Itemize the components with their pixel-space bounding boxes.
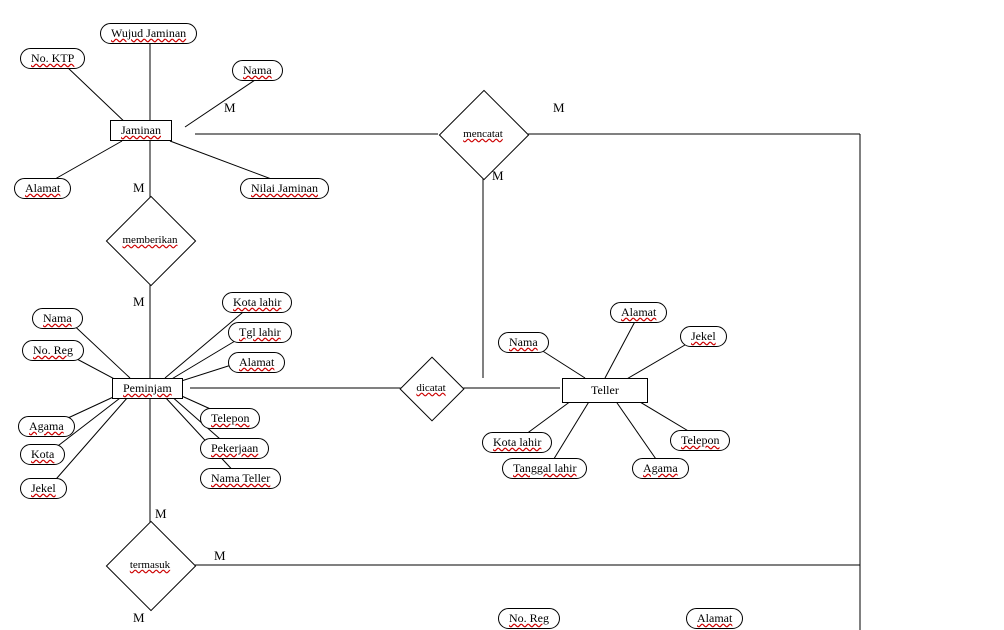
- attr-jaminan-wujud: Wujud Jaminan: [100, 23, 197, 44]
- attr-peminjam-noreg-label: No. Reg: [33, 343, 73, 358]
- entity-jaminan: Jaminan: [110, 120, 172, 141]
- attr-jaminan-noktp: No. KTP: [20, 48, 85, 69]
- attr-teller-agama: Agama: [632, 458, 689, 479]
- rel-mencatat: mencatat: [438, 112, 528, 156]
- rel-termasuk: termasuk: [105, 543, 195, 587]
- attr-teller-nama-label: Nama: [509, 335, 538, 350]
- attr-peminjam-kota-label: Kota: [31, 447, 54, 462]
- entity-jaminan-label: Jaminan: [121, 123, 161, 138]
- attr-peminjam-telepon: Telepon: [200, 408, 260, 429]
- attr-peminjam-agama: Agama: [18, 416, 75, 437]
- attr-teller-telepon-label: Telepon: [681, 433, 719, 448]
- attr-teller-tgllahir: Tanggal lahir: [502, 458, 587, 479]
- card-jaminan-memberikan: M: [133, 180, 145, 196]
- attr-teller-jekel-label: Jekel: [691, 329, 716, 344]
- entity-teller: Teller: [562, 378, 648, 403]
- attr-peminjam-jekel: Jekel: [20, 478, 67, 499]
- rel-dicatat: dicatat: [386, 366, 476, 410]
- attr-peminjam-alamat: Alamat: [228, 352, 285, 373]
- attr-teller-jekel: Jekel: [680, 326, 727, 347]
- attr-bottom-noreg-label: No. Reg: [509, 611, 549, 626]
- attr-bottom-noreg: No. Reg: [498, 608, 560, 629]
- attr-jaminan-nama: Nama: [232, 60, 283, 81]
- attr-peminjam-namateller: Nama Teller: [200, 468, 281, 489]
- attr-jaminan-alamat: Alamat: [14, 178, 71, 199]
- attr-teller-alamat-label: Alamat: [621, 305, 656, 320]
- attr-peminjam-nama: Nama: [32, 308, 83, 329]
- attr-jaminan-nilai: Nilai Jaminan: [240, 178, 329, 199]
- attr-teller-nama: Nama: [498, 332, 549, 353]
- attr-teller-telepon: Telepon: [670, 430, 730, 451]
- card-termasuk-right: M: [214, 548, 226, 564]
- attr-jaminan-nama-label: Nama: [243, 63, 272, 78]
- attr-peminjam-pekerjaan-label: Pekerjaan: [211, 441, 258, 456]
- card-termasuk-down: M: [133, 610, 145, 626]
- attr-bottom-alamat-label: Alamat: [697, 611, 732, 626]
- attr-peminjam-pekerjaan: Pekerjaan: [200, 438, 269, 459]
- attr-peminjam-tgllahir-label: Tgl lahir: [239, 325, 281, 340]
- attr-peminjam-telepon-label: Telepon: [211, 411, 249, 426]
- attr-jaminan-noktp-label: No. KTP: [31, 51, 74, 66]
- entity-teller-label: Teller: [591, 383, 619, 398]
- rel-termasuk-label: termasuk: [130, 559, 170, 571]
- attr-teller-alamat: Alamat: [610, 302, 667, 323]
- attr-peminjam-noreg: No. Reg: [22, 340, 84, 361]
- attr-peminjam-namateller-label: Nama Teller: [211, 471, 270, 486]
- attr-peminjam-kotalahir: Kota lahir: [222, 292, 292, 313]
- attr-peminjam-agama-label: Agama: [29, 419, 64, 434]
- entity-peminjam-label: Peminjam: [123, 381, 172, 396]
- card-memberikan-peminjam: M: [133, 294, 145, 310]
- attr-teller-tgllahir-label: Tanggal lahir: [513, 461, 576, 476]
- attr-teller-kotalahir: Kota lahir: [482, 432, 552, 453]
- attr-peminjam-tgllahir: Tgl lahir: [228, 322, 292, 343]
- card-peminjam-termasuk: M: [155, 506, 167, 522]
- attr-teller-agama-label: Agama: [643, 461, 678, 476]
- attr-peminjam-jekel-label: Jekel: [31, 481, 56, 496]
- attr-jaminan-alamat-label: Alamat: [25, 181, 60, 196]
- rel-memberikan: memberikan: [105, 218, 195, 262]
- attr-bottom-alamat: Alamat: [686, 608, 743, 629]
- attr-teller-kotalahir-label: Kota lahir: [493, 435, 541, 450]
- attr-peminjam-nama-label: Nama: [43, 311, 72, 326]
- entity-peminjam: Peminjam: [112, 378, 183, 399]
- card-jaminan-mencatat: M: [224, 100, 236, 116]
- rel-mencatat-label: mencatat: [463, 128, 503, 140]
- rel-memberikan-label: memberikan: [123, 234, 178, 246]
- attr-peminjam-kota: Kota: [20, 444, 65, 465]
- card-mencatat-down: M: [492, 168, 504, 184]
- attr-peminjam-kotalahir-label: Kota lahir: [233, 295, 281, 310]
- rel-dicatat-label: dicatat: [416, 382, 445, 394]
- attr-peminjam-alamat-label: Alamat: [239, 355, 274, 370]
- attr-jaminan-nilai-label: Nilai Jaminan: [251, 181, 318, 196]
- attr-jaminan-wujud-label: Wujud Jaminan: [111, 26, 186, 41]
- card-mencatat-right: M: [553, 100, 565, 116]
